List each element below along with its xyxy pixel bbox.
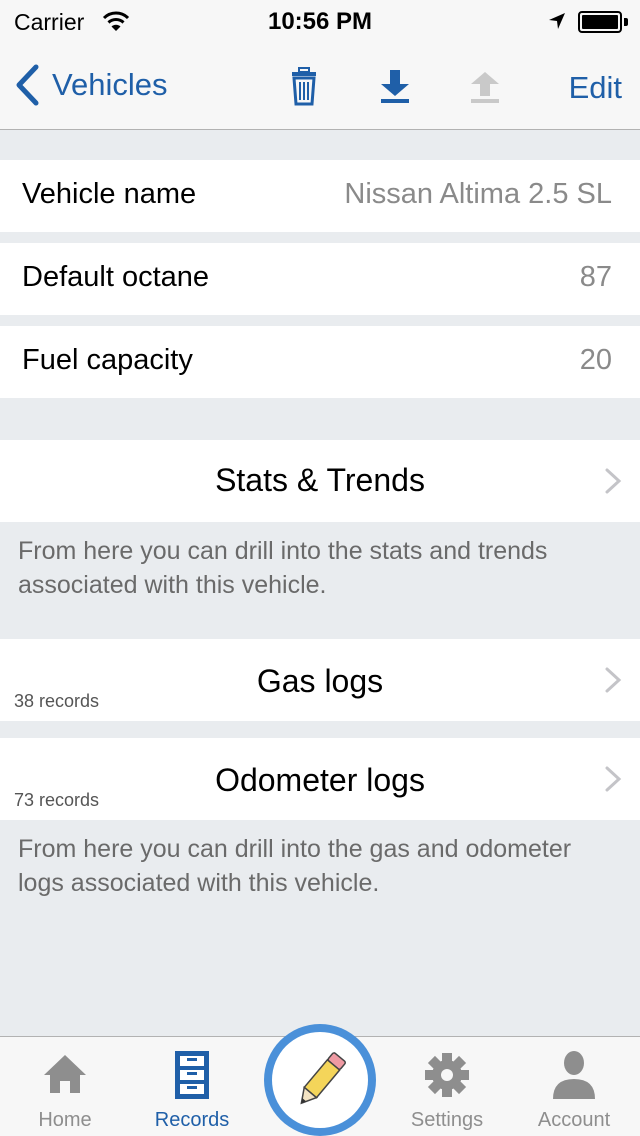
tab-records-label: Records	[154, 1109, 230, 1131]
navigation-bar: Vehicles Edit	[0, 40, 640, 130]
edit-button[interactable]: Edit	[569, 70, 622, 106]
tab-account-label: Account	[537, 1109, 611, 1131]
tab-settings[interactable]: Settings	[392, 1037, 502, 1136]
pencil-icon	[300, 1052, 346, 1105]
vehicle-name-row[interactable]: Vehicle name Nissan Altima 2.5 SL	[0, 160, 640, 232]
home-icon	[44, 1055, 86, 1093]
trash-icon[interactable]	[284, 66, 324, 106]
status-bar: Carrier 10:56 PM	[0, 0, 640, 40]
odometer-logs-count: 73 records	[14, 790, 100, 810]
stats-footer-text: From here you can drill into the stats a…	[18, 537, 548, 599]
gas-logs-count: 38 records	[14, 691, 100, 711]
person-icon	[553, 1051, 595, 1099]
default-octane-label: Default octane	[22, 261, 210, 293]
tab-account[interactable]: Account	[519, 1037, 629, 1136]
battery-icon	[578, 11, 628, 33]
stats-trends-row[interactable]: Stats & Trends	[0, 440, 640, 522]
stats-trends-title: Stats & Trends	[215, 462, 425, 498]
default-octane-value: 87	[579, 261, 612, 293]
tab-records[interactable]: Records	[137, 1037, 247, 1136]
download-icon[interactable]	[375, 66, 415, 106]
tab-home[interactable]: Home	[10, 1037, 120, 1136]
back-label: Vehicles	[52, 67, 168, 102]
odometer-logs-row[interactable]: Odometer logs 73 records	[0, 738, 640, 820]
default-octane-row[interactable]: Default octane 87	[0, 243, 640, 315]
upload-icon[interactable]	[465, 66, 505, 106]
gas-logs-row[interactable]: Gas logs 38 records	[0, 639, 640, 721]
compose-button[interactable]	[264, 1024, 376, 1136]
vehicle-name-label: Vehicle name	[22, 178, 197, 210]
tab-settings-label: Settings	[410, 1109, 484, 1131]
chevron-right-icon	[605, 766, 622, 792]
chevron-left-icon	[16, 64, 39, 106]
status-time: 10:56 PM	[267, 8, 373, 35]
records-icon	[175, 1051, 209, 1099]
gear-icon	[425, 1053, 469, 1097]
fuel-capacity-value: 20	[579, 344, 612, 376]
tab-home-label: Home	[38, 1109, 92, 1131]
back-button[interactable]: Vehicles	[14, 62, 167, 108]
fuel-capacity-row[interactable]: Fuel capacity 20	[0, 326, 640, 398]
chevron-right-icon	[605, 667, 622, 693]
chevron-right-icon	[605, 468, 622, 494]
vehicle-name-value: Nissan Altima 2.5 SL	[344, 178, 612, 210]
logs-footer-text: From here you can drill into the gas and…	[18, 835, 572, 897]
fuel-capacity-label: Fuel capacity	[22, 344, 193, 376]
location-arrow-icon	[549, 13, 565, 29]
